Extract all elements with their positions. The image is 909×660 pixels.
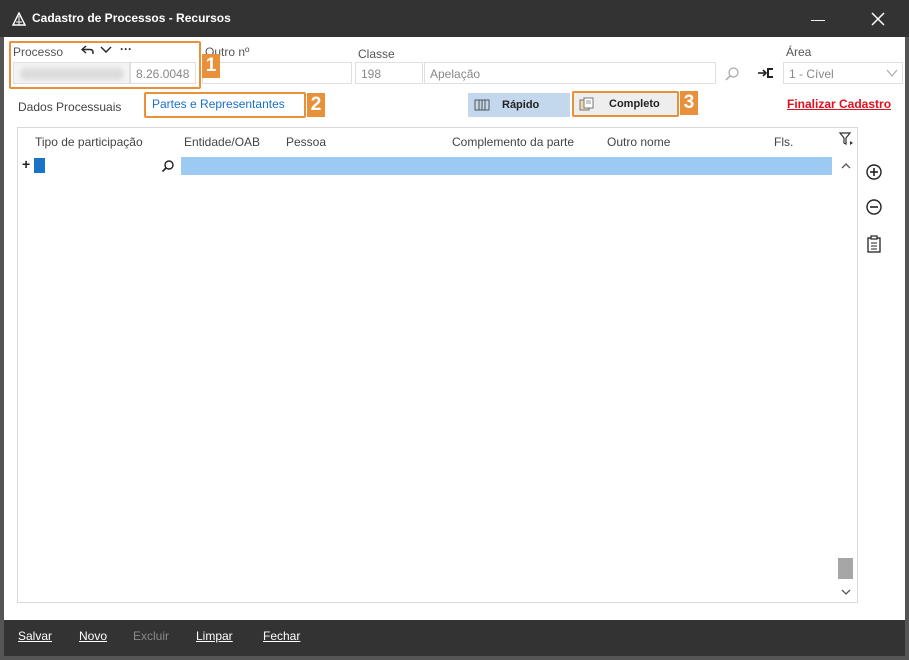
add-row-button[interactable] (864, 162, 884, 182)
outro-numero-input[interactable] (202, 62, 352, 84)
col-outro-nome[interactable]: Outro nome (607, 135, 670, 149)
link-arrow-icon[interactable] (757, 67, 775, 79)
search-icon[interactable] (161, 159, 175, 173)
callout-box-2 (144, 92, 306, 118)
filter-icon[interactable] (838, 131, 854, 147)
fechar-button[interactable]: Fechar (263, 629, 300, 643)
excluir-button[interactable]: Excluir (133, 629, 169, 643)
col-fls[interactable]: Fls. (774, 135, 793, 149)
search-icon[interactable] (724, 66, 740, 82)
classe-code-input[interactable]: 198 (355, 62, 423, 84)
scroll-down-icon[interactable] (841, 589, 851, 596)
callout-number-1: 1 (202, 54, 220, 78)
finalizar-cadastro-link[interactable]: Finalizar Cadastro (787, 97, 891, 111)
callout-number-2: 2 (307, 93, 325, 117)
bottom-action-bar: Salvar Novo Excluir Limpar Fechar (4, 620, 905, 656)
title-bar: Cadastro de Processos - Recursos — (0, 0, 909, 37)
minus-circle-icon (866, 199, 882, 215)
salvar-button[interactable]: Salvar (18, 629, 52, 643)
area-label: Área (786, 45, 812, 59)
col-complemento-parte[interactable]: Complemento da parte (452, 135, 574, 149)
callout-number-3: 3 (680, 91, 698, 115)
app-logo-icon (12, 12, 26, 26)
col-entidade-oab[interactable]: Entidade/OAB (184, 135, 260, 149)
remove-row-button[interactable] (864, 197, 884, 217)
vertical-scrollbar[interactable] (836, 157, 857, 603)
new-row-indicator: + (22, 156, 31, 172)
col-pessoa[interactable]: Pessoa (286, 135, 326, 149)
callout-box-3 (572, 91, 679, 117)
close-button[interactable] (855, 0, 901, 37)
tab-dados-processuais[interactable]: Dados Processuais (18, 100, 121, 114)
rapido-label: Rápido (502, 99, 540, 111)
chevron-down-icon (886, 69, 898, 77)
classe-name-input[interactable]: Apelação (424, 62, 716, 84)
rapido-button[interactable]: Rápido (468, 93, 570, 117)
close-icon (871, 11, 885, 26)
classe-label: Classe (358, 47, 395, 61)
plus-circle-icon (866, 164, 882, 180)
row-editor-cursor[interactable] (34, 158, 45, 173)
table-row-selected[interactable] (181, 157, 832, 175)
partes-grid: Tipo de participação Entidade/OAB Pessoa… (17, 127, 858, 603)
novo-button[interactable]: Novo (79, 629, 107, 643)
scroll-up-icon[interactable] (841, 162, 851, 169)
limpar-button[interactable]: Limpar (196, 629, 233, 643)
col-tipo-participacao[interactable]: Tipo de participação (35, 135, 143, 149)
callout-box-1 (9, 41, 201, 89)
clipboard-list-button[interactable] (864, 234, 884, 254)
area-select-value: 1 - Cível (789, 67, 834, 81)
clipboard-list-icon (867, 235, 881, 253)
window-title: Cadastro de Processos - Recursos (32, 11, 231, 25)
area-select[interactable]: 1 - Cível (783, 62, 903, 84)
minimize-button[interactable]: — (795, 0, 841, 37)
grid-view-icon (474, 99, 490, 111)
minimize-icon: — (811, 10, 825, 27)
scrollbar-thumb[interactable] (838, 558, 853, 579)
